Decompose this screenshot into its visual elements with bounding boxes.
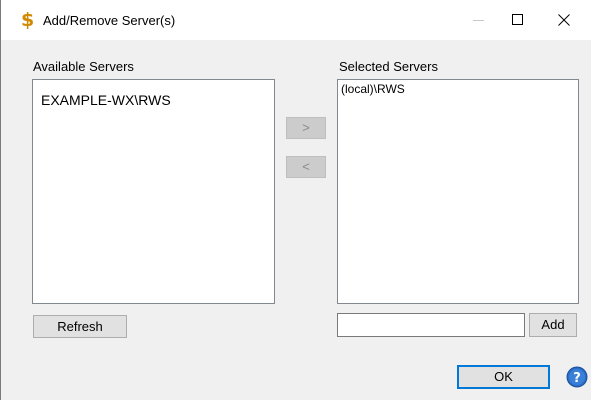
move-right-button[interactable]: >	[286, 117, 326, 139]
svg-text:?: ?	[573, 371, 581, 386]
refresh-button[interactable]: Refresh	[33, 315, 127, 338]
list-item[interactable]: EXAMPLE-WX\RWS	[41, 92, 171, 108]
help-button[interactable]: ?	[566, 366, 588, 388]
dialog-window: $ Add/Remove Server(s) Available Servers…	[0, 0, 591, 400]
ok-button[interactable]: OK	[457, 365, 550, 389]
dollar-icon: $	[21, 9, 35, 31]
title-bar[interactable]: $ Add/Remove Server(s)	[1, 0, 591, 40]
maximize-icon	[512, 14, 523, 25]
window-title: Add/Remove Server(s)	[43, 13, 176, 28]
maximize-button[interactable]	[495, 0, 541, 40]
server-name-input[interactable]	[337, 313, 525, 337]
minimize-icon	[473, 20, 484, 21]
available-servers-label: Available Servers	[33, 59, 134, 74]
help-icon: ?	[566, 366, 588, 388]
add-button[interactable]: Add	[529, 313, 577, 337]
window-border	[0, 0, 1, 400]
selected-servers-label: Selected Servers	[339, 59, 438, 74]
selected-servers-list[interactable]: (local)\RWS	[337, 79, 579, 304]
close-icon	[558, 14, 570, 26]
available-servers-list[interactable]: EXAMPLE-WX\RWS	[32, 79, 275, 304]
move-left-button[interactable]: <	[286, 156, 326, 178]
list-item[interactable]: (local)\RWS	[341, 82, 405, 96]
close-button[interactable]	[541, 0, 587, 40]
